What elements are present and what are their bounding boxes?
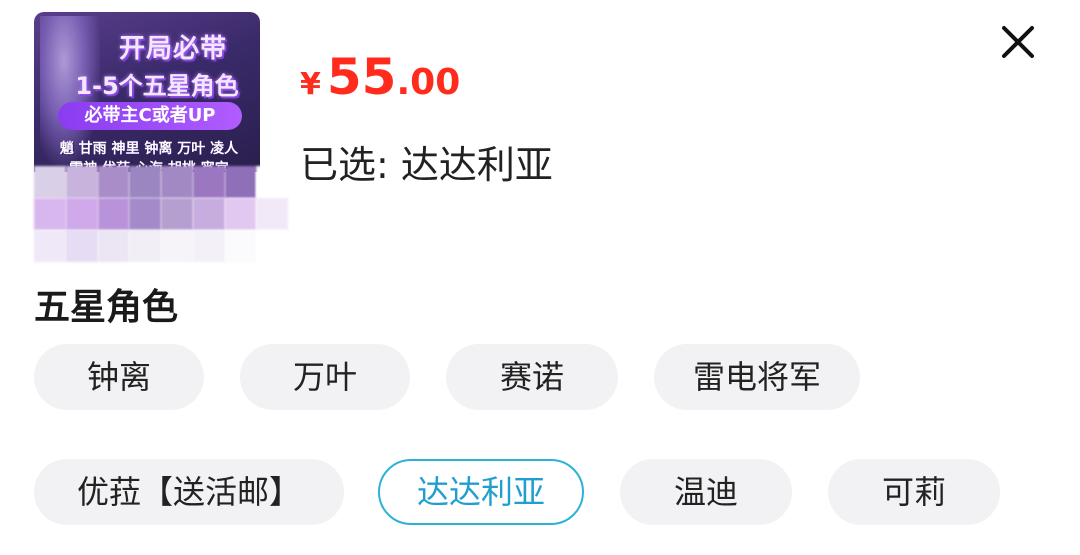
close-icon <box>1002 26 1034 58</box>
option-chip-selected[interactable]: 达达利亚 <box>378 459 584 525</box>
section-title: 五星角色 <box>34 287 179 328</box>
thumbnail-title-line2: 1-5个五星角色 <box>75 72 239 100</box>
thumbnail-title-line1: 开局必带 <box>118 34 227 64</box>
option-chip[interactable]: 万叶 <box>240 344 410 410</box>
blurred-area <box>34 166 288 262</box>
option-chip[interactable]: 优菈【送活邮】 <box>34 459 344 525</box>
thumbnail-names-row1: 魈 甘雨 神里 钟离 万叶 凌人 <box>59 141 239 157</box>
selected-option-text: 已选: 达达利亚 <box>300 143 553 187</box>
price: ¥55.00 <box>300 48 460 106</box>
price-currency: ¥ <box>300 67 321 102</box>
option-chip[interactable]: 赛诺 <box>446 344 618 410</box>
option-chip[interactable]: 钟离 <box>34 344 204 410</box>
sku-selector-sheet: 开局必带 1-5个五星角色 必带主C或者UP 魈 甘雨 神里 钟离 万叶 凌人 … <box>0 0 1080 555</box>
option-chip[interactable]: 雷电将军 <box>654 344 860 410</box>
thumbnail-pill: 必带主C或者UP <box>58 102 242 130</box>
option-chip[interactable]: 温迪 <box>620 459 792 525</box>
close-button[interactable] <box>996 20 1040 64</box>
product-thumbnail: 开局必带 1-5个五星角色 必带主C或者UP 魈 甘雨 神里 钟离 万叶 凌人 … <box>34 12 260 172</box>
option-chip[interactable]: 可莉 <box>828 459 1000 525</box>
price-integer: 55 <box>326 48 397 106</box>
price-decimal: .00 <box>396 62 461 103</box>
